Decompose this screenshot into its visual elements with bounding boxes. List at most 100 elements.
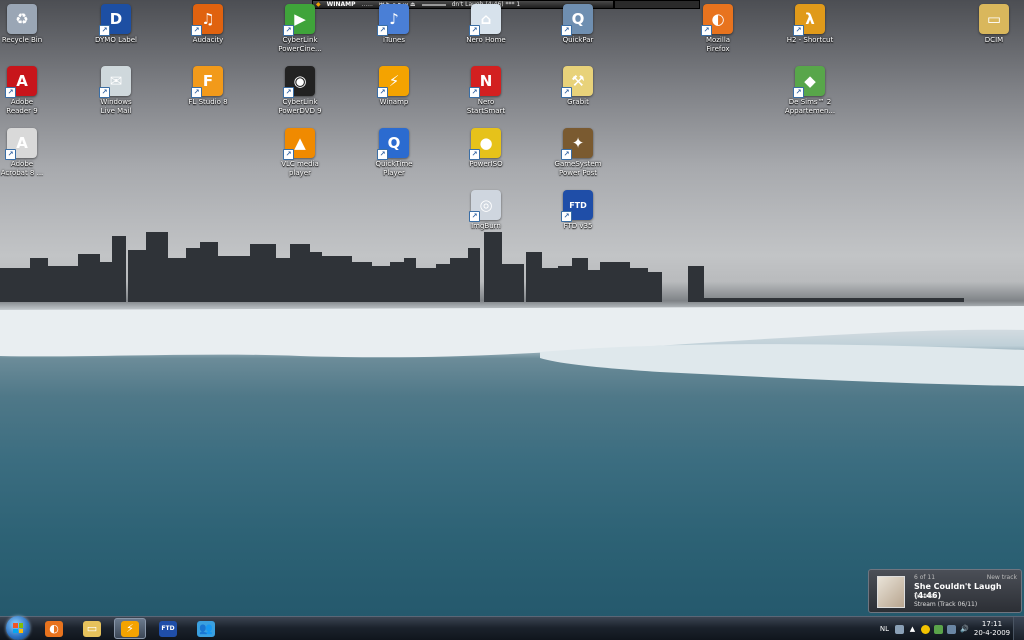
system-tray: NL ▲ 🔊 17:11 20-4-2009: [880, 617, 1024, 640]
powerdvd-icon: ◉ ↗: [283, 66, 315, 98]
desktop-icon[interactable]: N ↗ Nero StartSmart: [450, 66, 522, 116]
desktop-icon-label: Winamp: [379, 98, 409, 106]
shortcut-arrow-icon: ↗: [283, 87, 294, 98]
monitor-icon[interactable]: [947, 624, 956, 634]
desktop-icon[interactable]: ♪ ↗ iTunes: [358, 4, 430, 45]
powercinema-icon: ▶ ↗: [283, 4, 315, 36]
shortcut-arrow-icon: ↗: [701, 25, 712, 36]
taskbar-winamp[interactable]: ⚡: [114, 618, 146, 639]
shortcut-arrow-icon: ↗: [561, 87, 572, 98]
desktop-icon[interactable]: D ↗ DYMO Label: [80, 4, 152, 45]
clock-date: 20-4-2009: [973, 629, 1011, 637]
taskbar-firefox[interactable]: ◐: [38, 618, 70, 639]
desktop-icon[interactable]: ⌂ ↗ Nero Home: [450, 4, 522, 45]
shortcut-arrow-icon: ↗: [283, 149, 294, 160]
desktop-icon[interactable]: ✦ ↗ GameSystem Power Post: [542, 128, 614, 178]
desktop-icon[interactable]: Q ↗ QuickPar: [542, 4, 614, 45]
winamp-icon: ⚡ ↗: [377, 66, 409, 98]
sims-2-icon: ◆ ↗: [793, 66, 825, 98]
album-art: [877, 576, 905, 608]
desktop-icon[interactable]: ⚒ ↗ Grabit: [542, 66, 614, 107]
messenger-status-icon[interactable]: [921, 624, 930, 634]
desktop-icon[interactable]: ◆ ↗ De Sims™ 2 Appartemen...: [774, 66, 846, 116]
language-indicator[interactable]: NL: [880, 625, 889, 633]
desktop-icon[interactable]: ▶ ↗ CyberLink PowerCine...: [264, 4, 336, 54]
desktop-icon[interactable]: ▭ DCIM: [958, 4, 1024, 45]
city-skyline: [0, 232, 964, 302]
desktop-icon[interactable]: Q ↗ QuickTime Player: [358, 128, 430, 178]
desktop[interactable]: ◆ WINAMP ...... ⏮ ▶ ⏸ ⏹ ⏭ ⏏ dn't Laugh (…: [0, 0, 1024, 640]
firefox-icon: ◐: [45, 620, 63, 637]
desktop-icon-label: De Sims™ 2 Appartemen...: [784, 98, 836, 115]
clock[interactable]: 17:11 20-4-2009: [971, 620, 1013, 638]
taskbar-ftd[interactable]: FTD: [152, 618, 184, 639]
audacity-icon: ♫ ↗: [191, 4, 223, 36]
desktop-icon[interactable]: ⚡ ↗ Winamp: [358, 66, 430, 107]
dymo-label-icon: D ↗: [99, 4, 131, 36]
desktop-icon[interactable]: ▲ ↗ VLC media player: [264, 128, 336, 178]
taskbar-explorer[interactable]: ▭: [76, 618, 108, 639]
desktop-icon[interactable]: F ↗ FL Studio 8: [172, 66, 244, 107]
desktop-icon[interactable]: ◐ ↗ Mozilla Firefox: [682, 4, 754, 54]
desktop-icon-label: Adobe Reader 9: [6, 98, 38, 115]
volume-icon[interactable]: 🔊: [960, 625, 969, 634]
desktop-icon-label: Nero Home: [466, 36, 506, 44]
desktop-icon-label: Nero StartSmart: [466, 98, 506, 115]
desktop-icon-label: PowerISO: [469, 160, 503, 168]
desktop-icon[interactable]: A ↗ Adobe Reader 9: [0, 66, 58, 116]
shortcut-arrow-icon: ↗: [561, 149, 572, 160]
desktop-icon[interactable]: ♫ ↗ Audacity: [172, 4, 244, 45]
ftd-icon: FTD: [159, 620, 177, 637]
desktop-icon[interactable]: ◉ ↗ CyberLink PowerDVD 9: [264, 66, 336, 116]
quicktime-icon: Q ↗: [377, 128, 409, 160]
shortcut-arrow-icon: ↗: [283, 25, 294, 36]
desktop-icon-label: DCIM: [984, 36, 1004, 44]
show-desktop-button[interactable]: [1013, 617, 1024, 640]
shortcut-arrow-icon: ↗: [5, 149, 16, 160]
desktop-icon-label: FTD v35: [563, 222, 593, 230]
fl-studio-icon: F ↗: [191, 66, 223, 98]
shortcut-arrow-icon: ↗: [469, 25, 480, 36]
network-icon[interactable]: [934, 624, 943, 634]
desktop-icon-label: Windows Live Mail: [100, 98, 132, 115]
desktop-icon[interactable]: ● ↗ PowerISO: [450, 128, 522, 169]
desktop-icon[interactable]: ✉ ↗ Windows Live Mail: [80, 66, 152, 116]
desktop-icon-label: FL Studio 8: [188, 98, 228, 106]
desktop-icon[interactable]: A ↗ Adobe Acrobat 8 ...: [0, 128, 58, 178]
desktop-icon-label: VLC media player: [281, 160, 319, 177]
imgburn-icon: ◎ ↗: [469, 190, 501, 222]
desktop-icon-label: Mozilla Firefox: [705, 36, 731, 53]
track-stream: Stream (Track 06/11): [914, 601, 978, 608]
recycle-bin-icon: ♻: [7, 4, 37, 34]
desktop-icon-label: H2 - Shortcut: [786, 36, 834, 44]
start-button[interactable]: [6, 616, 30, 640]
grabit-icon: ⚒ ↗: [561, 66, 593, 98]
shortcut-arrow-icon: ↗: [99, 25, 110, 36]
frozen-lake-ice: [0, 306, 1024, 386]
desktop-icon[interactable]: ◎ ↗ ImgBurn: [450, 190, 522, 231]
vlc-icon: ▲ ↗: [283, 128, 315, 160]
shortcut-arrow-icon: ↗: [469, 211, 480, 222]
desktop-icon-label: Adobe Acrobat 8 ...: [0, 160, 44, 177]
shortcut-arrow-icon: ↗: [377, 149, 388, 160]
clock-time: 17:11: [981, 620, 1003, 628]
shortcut-arrow-icon: ↗: [5, 87, 16, 98]
desktop-icon-label: Audacity: [192, 36, 224, 44]
now-playing-notification[interactable]: 6 of 11 New track She Couldn't Laugh (4:…: [868, 569, 1022, 613]
show-hidden-icons-icon[interactable]: ▲: [908, 625, 917, 634]
desktop-icon-label: QuickTime Player: [375, 160, 413, 177]
desktop-icon[interactable]: λ ↗ H2 - Shortcut: [774, 4, 846, 45]
desktop-icon[interactable]: FTD ↗ FTD v35: [542, 190, 614, 231]
taskbar-messenger[interactable]: 👥: [190, 618, 222, 639]
adobe-reader-icon: A ↗: [5, 66, 37, 98]
nero-home-icon: ⌂ ↗: [469, 4, 501, 36]
shortcut-arrow-icon: ↗: [561, 25, 572, 36]
track-count: 6 of 11: [914, 574, 936, 581]
keyboard-icon[interactable]: [895, 624, 904, 634]
adobe-acrobat-icon: A ↗: [5, 128, 37, 160]
shortcut-arrow-icon: ↗: [793, 87, 804, 98]
desktop-icon-label: CyberLink PowerDVD 9: [278, 98, 322, 115]
desktop-icon[interactable]: ♻ Recycle Bin: [0, 4, 58, 45]
desktop-icon-label: CyberLink PowerCine...: [278, 36, 322, 53]
windows-logo-icon: [13, 623, 23, 633]
